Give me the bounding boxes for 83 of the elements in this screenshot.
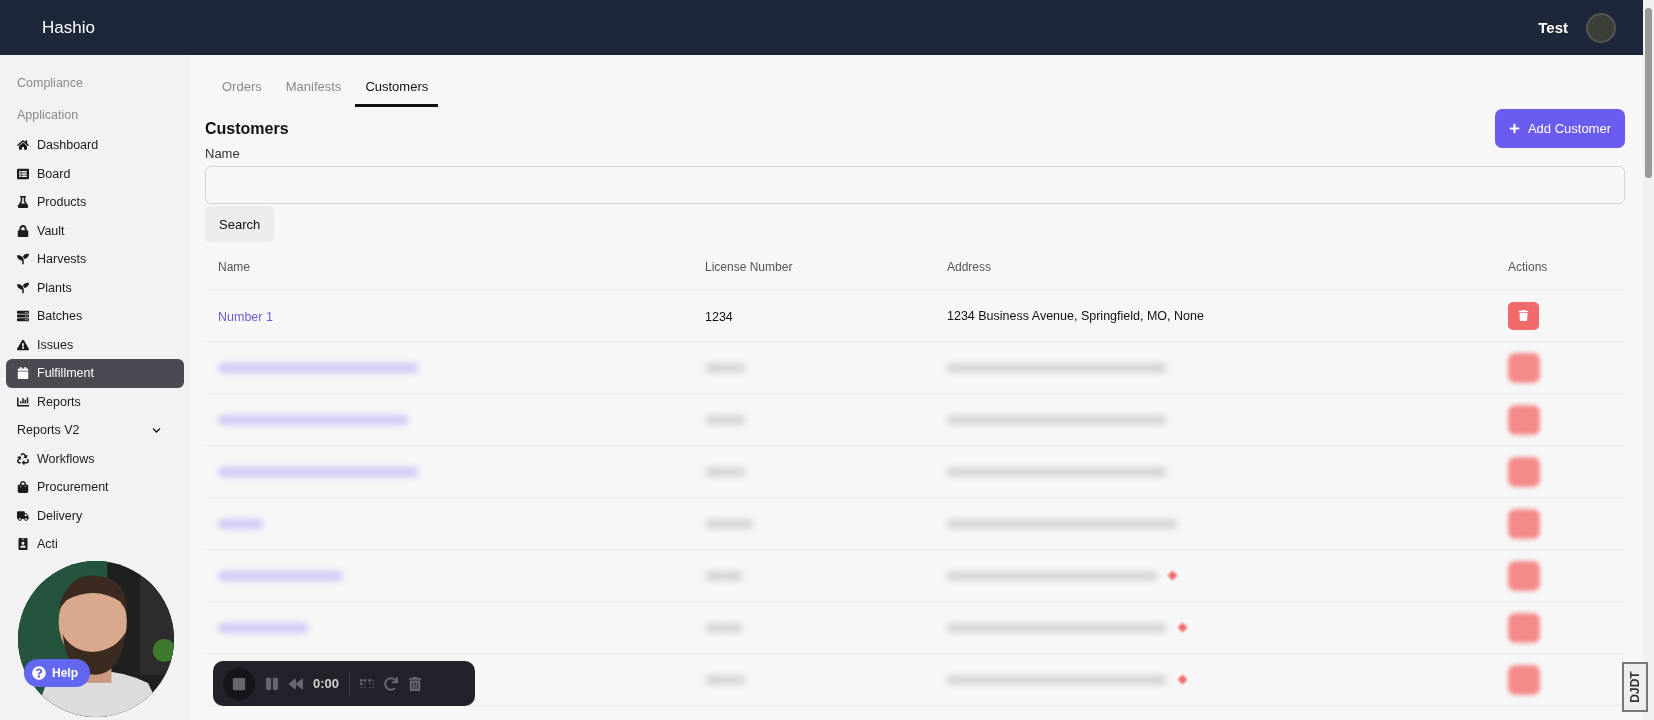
sidebar-item[interactable]: Batches bbox=[6, 302, 94, 331]
table-cell: 1234 Business Avenue, Springfield, MO, None bbox=[947, 308, 1204, 323]
column-header: License Number bbox=[705, 259, 794, 274]
column-header: Name bbox=[218, 259, 251, 274]
home-icon bbox=[17, 139, 29, 152]
blurred-link[interactable] bbox=[218, 362, 418, 373]
server-icon bbox=[17, 310, 29, 323]
timer: 0:00 bbox=[313, 676, 340, 691]
sidebar-item[interactable]: Workflows bbox=[6, 444, 106, 473]
trash-icon bbox=[1518, 310, 1529, 321]
truck-icon bbox=[17, 509, 29, 522]
blurred-text bbox=[705, 570, 743, 581]
help-icon bbox=[32, 666, 46, 680]
sidebar-item[interactable]: Acti bbox=[6, 530, 69, 559]
sidebar-item[interactable]: Procurement bbox=[6, 473, 120, 502]
add-customer-button[interactable]: Add Customer bbox=[1494, 109, 1625, 148]
customer-link[interactable]: Number 1 bbox=[218, 309, 273, 324]
name-field[interactable] bbox=[205, 166, 1625, 204]
page-title: Customers bbox=[205, 119, 289, 138]
recycle-icon bbox=[17, 452, 29, 465]
bag-icon bbox=[17, 481, 29, 494]
scrollbar[interactable] bbox=[1643, 0, 1654, 720]
blurred-button[interactable] bbox=[1508, 612, 1540, 643]
sidebar-section: Application bbox=[6, 99, 184, 131]
blurred-text bbox=[705, 518, 753, 529]
sidebar-item[interactable]: Issues bbox=[6, 330, 85, 359]
tab[interactable]: Customers bbox=[355, 79, 439, 107]
sidebar-item[interactable]: Board bbox=[6, 159, 82, 188]
blurred-text bbox=[705, 466, 745, 477]
blurred-button[interactable] bbox=[1508, 404, 1540, 435]
sidebar-item[interactable]: Harvests bbox=[6, 245, 98, 274]
blurred-text bbox=[705, 622, 743, 633]
chevron-icon bbox=[152, 425, 161, 435]
blurred-button[interactable] bbox=[1508, 352, 1540, 383]
bar-chart-icon bbox=[17, 395, 29, 408]
blurred-link[interactable] bbox=[218, 466, 418, 477]
flask-icon bbox=[17, 196, 29, 209]
restart-icon bbox=[384, 676, 399, 691]
blurred-button[interactable] bbox=[1508, 508, 1540, 539]
pause-icon bbox=[265, 676, 279, 691]
blurred-link[interactable] bbox=[218, 570, 343, 581]
column-header: Address bbox=[947, 259, 993, 274]
blurred-link[interactable] bbox=[218, 518, 263, 529]
badge-icon bbox=[17, 538, 29, 551]
stop-icon bbox=[232, 676, 246, 691]
calendar-icon bbox=[17, 367, 29, 380]
warning-icon bbox=[17, 338, 29, 351]
sidebar-section: Compliance bbox=[6, 67, 184, 99]
help-button[interactable]: Help bbox=[24, 659, 90, 687]
blurred-text bbox=[705, 362, 745, 373]
trash-icon bbox=[408, 676, 423, 691]
sidebar-item[interactable]: Fulfillment bbox=[6, 359, 184, 388]
dots-icon bbox=[360, 676, 375, 691]
plus-icon bbox=[1508, 123, 1520, 134]
blurred-button[interactable] bbox=[1508, 560, 1540, 591]
blurred-button[interactable] bbox=[1508, 664, 1540, 695]
sidebar-item[interactable]: Reports bbox=[6, 387, 92, 416]
sidebar-item[interactable]: Reports V2 bbox=[6, 416, 172, 445]
user-name[interactable]: Test bbox=[1538, 19, 1568, 36]
sidebar-item[interactable]: Delivery bbox=[6, 501, 94, 530]
sprout-icon bbox=[17, 253, 29, 266]
sidebar-item[interactable]: Plants bbox=[6, 273, 83, 302]
lock-icon bbox=[17, 224, 29, 237]
rewind-icon bbox=[289, 676, 303, 691]
debug-toolbar-handle[interactable]: DJDT bbox=[1622, 662, 1648, 712]
table-cell: 1234 bbox=[705, 309, 733, 324]
blurred-button[interactable] bbox=[1508, 456, 1540, 487]
blurred-text bbox=[705, 674, 745, 685]
sidebar-item[interactable]: Dashboard bbox=[6, 131, 110, 160]
blurred-text bbox=[705, 414, 745, 425]
avatar[interactable] bbox=[1586, 12, 1616, 43]
blurred-link[interactable] bbox=[218, 622, 308, 633]
sidebar-item[interactable]: Vault bbox=[6, 216, 76, 245]
blurred-link[interactable] bbox=[218, 414, 408, 425]
brand-name[interactable]: Hashio bbox=[42, 17, 95, 38]
sidebar-item[interactable]: Products bbox=[6, 188, 98, 217]
stop-button[interactable] bbox=[223, 667, 255, 700]
list-icon bbox=[17, 167, 29, 180]
search-button[interactable]: Search bbox=[205, 206, 275, 242]
delete-button[interactable] bbox=[1508, 301, 1539, 330]
sprout-icon bbox=[17, 281, 29, 294]
field-label: Name bbox=[205, 146, 241, 161]
column-header: Actions bbox=[1508, 259, 1549, 274]
